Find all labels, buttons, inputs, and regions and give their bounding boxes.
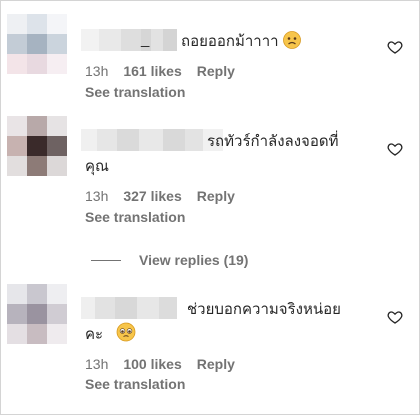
comment-text-line-1: ช่วยบอกความจริงหน่อย — [187, 300, 341, 318]
username-blurred-tail[interactable] — [151, 29, 177, 51]
comment-text-line-1: รถทัวร์กำลังลงจอดที่ — [207, 132, 339, 150]
pleading-face-icon — [116, 322, 136, 342]
likes-count[interactable]: 161 likes — [123, 63, 181, 79]
comment-meta: 13h 100 likes Reply — [85, 356, 235, 372]
comment-text-line-2: คะ — [85, 322, 136, 346]
reply-button[interactable]: Reply — [197, 63, 235, 79]
view-replies-button[interactable]: View replies (19) — [91, 251, 248, 269]
like-heart-icon[interactable] — [387, 39, 403, 55]
likes-count[interactable]: 100 likes — [123, 356, 181, 372]
avatar[interactable] — [7, 14, 67, 74]
worried-face-icon — [283, 31, 302, 49]
username-blurred[interactable] — [81, 297, 177, 319]
see-translation-link[interactable]: See translation — [85, 84, 185, 100]
username-underscore: _ — [141, 31, 150, 48]
like-heart-icon[interactable] — [387, 141, 403, 157]
comment-text-line: ถอยออกม้าาาา — [181, 32, 279, 50]
avatar[interactable] — [7, 284, 67, 344]
timestamp: 13h — [85, 63, 109, 79]
comment-meta: 13h 161 likes Reply — [85, 63, 235, 79]
timestamp: 13h — [85, 356, 109, 372]
view-replies-label: View replies (19) — [139, 252, 249, 268]
comment-text-line: คะ — [85, 325, 104, 343]
reply-button[interactable]: Reply — [197, 356, 235, 372]
reply-button[interactable]: Reply — [197, 188, 235, 204]
like-heart-icon[interactable] — [387, 309, 403, 325]
divider-line — [91, 259, 121, 261]
see-translation-link[interactable]: See translation — [85, 376, 185, 392]
comment-meta: 13h 327 likes Reply — [85, 188, 235, 204]
timestamp: 13h — [85, 188, 109, 204]
username-blurred[interactable] — [81, 129, 223, 151]
likes-count[interactable]: 327 likes — [123, 188, 181, 204]
see-translation-link[interactable]: See translation — [85, 209, 185, 225]
comment-text-line-2: คุณ — [85, 157, 109, 175]
avatar[interactable] — [7, 116, 67, 176]
comment-text: ถอยออกม้าาาา — [181, 29, 302, 53]
